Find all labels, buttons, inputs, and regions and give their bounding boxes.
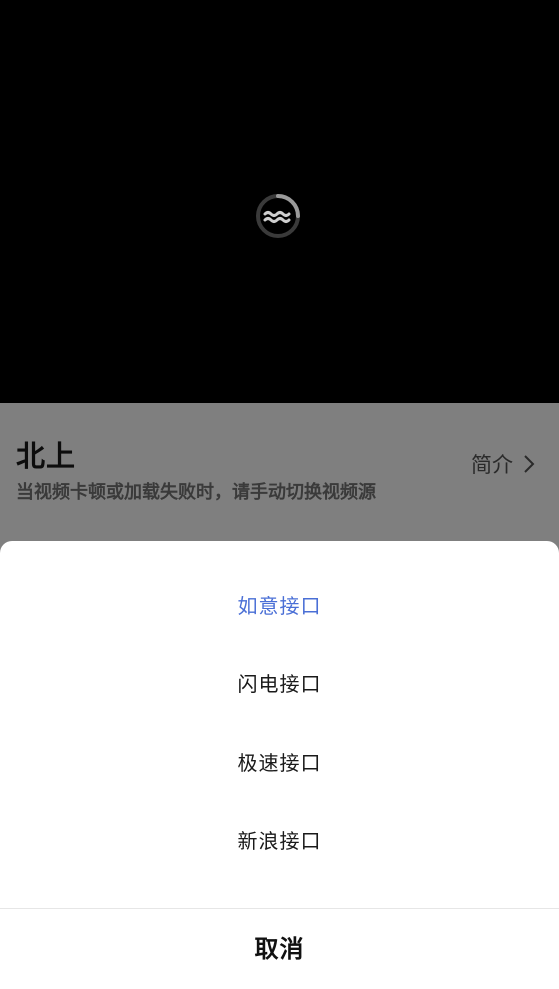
source-switch-notice: 当视频卡顿或加载失败时，请手动切换视频源	[16, 482, 376, 503]
source-option-jisu[interactable]: 极速接口	[0, 724, 559, 802]
source-option-ruyi[interactable]: 如意接口	[0, 567, 559, 645]
source-selection-sheet: 如意接口 闪电接口 极速接口 新浪接口 取消	[0, 541, 559, 989]
cancel-button[interactable]: 取消	[0, 909, 559, 989]
source-option-xinlang[interactable]: 新浪接口	[0, 802, 559, 880]
video-player[interactable]	[0, 0, 559, 403]
intro-link[interactable]: 简介	[471, 449, 537, 479]
video-info-panel: 北上 当视频卡顿或加载失败时，请手动切换视频源 简介	[0, 403, 559, 543]
chevron-right-icon	[524, 455, 535, 473]
video-title: 北上	[16, 439, 77, 473]
intro-link-label: 简介	[471, 453, 513, 477]
loading-spinner-icon	[256, 194, 300, 238]
source-option-shandian[interactable]: 闪电接口	[0, 645, 559, 723]
